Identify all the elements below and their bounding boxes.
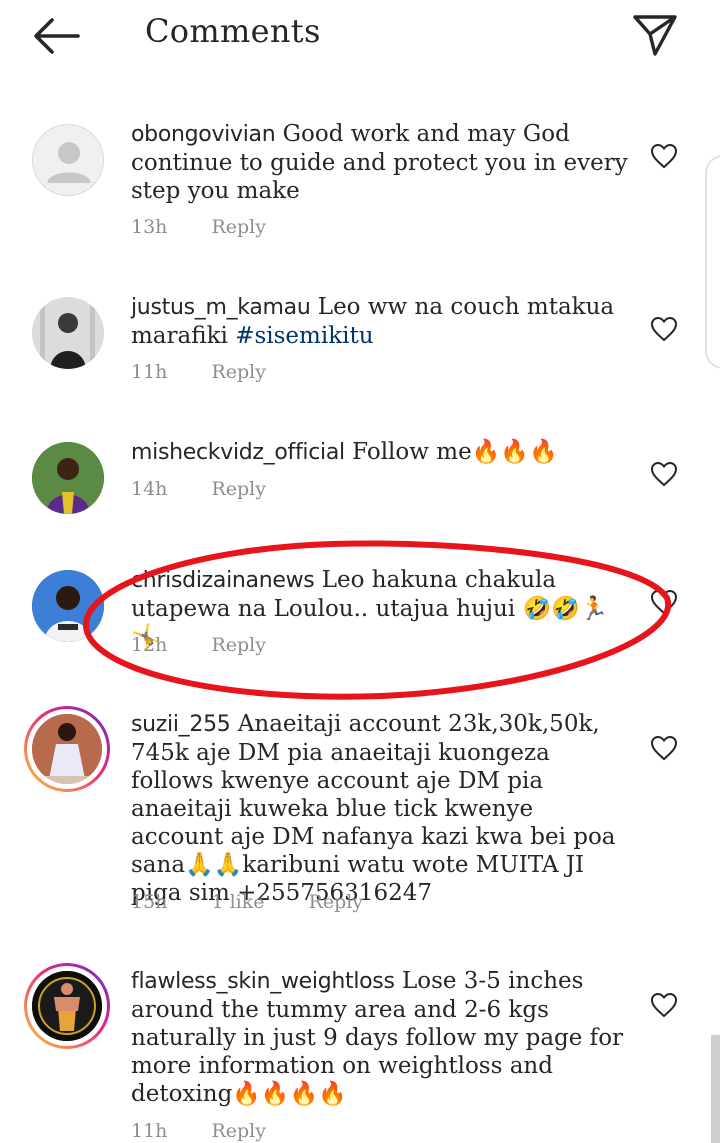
- avatar-story-ring[interactable]: [24, 706, 110, 792]
- reply-button[interactable]: Reply: [309, 891, 364, 913]
- hashtag-link[interactable]: #sisemikitu: [235, 323, 373, 349]
- back-arrow-icon[interactable]: [30, 14, 82, 58]
- comment-text: flawless_skin_weightloss Lose 3-5 inches…: [131, 967, 631, 1108]
- comment-username[interactable]: flawless_skin_weightloss: [131, 969, 395, 994]
- avatar-story-ring[interactable]: [24, 963, 110, 1049]
- side-panel-edge: [705, 155, 720, 369]
- comment-username[interactable]: chrisdizainanews: [131, 568, 315, 593]
- person-photo: [32, 442, 104, 514]
- reply-button[interactable]: Reply: [211, 634, 266, 656]
- avatar[interactable]: [32, 297, 104, 369]
- heart-icon[interactable]: [650, 589, 678, 615]
- comment-username[interactable]: misheckvidz_official: [131, 440, 345, 465]
- comment-meta: 12h Reply: [131, 634, 304, 656]
- comment-username[interactable]: obongovivian: [131, 122, 276, 147]
- comment-text: suzii_255 Anaeitaji account 23k,30k,50k,…: [131, 710, 631, 907]
- reply-button[interactable]: Reply: [211, 478, 266, 500]
- comment-time: 11h: [131, 1120, 168, 1142]
- avatar[interactable]: [32, 124, 104, 196]
- comment-likes[interactable]: 1 like: [211, 891, 264, 913]
- default-avatar-icon: [47, 142, 91, 183]
- comment-text: justus_m_kamau Leo ww na couch mtakua ma…: [131, 293, 631, 350]
- page-title: Comments: [145, 12, 321, 50]
- reply-button[interactable]: Reply: [211, 1120, 266, 1142]
- story-avatar: [32, 714, 102, 784]
- avatar[interactable]: [32, 570, 104, 642]
- direct-send-icon[interactable]: [630, 12, 680, 58]
- comment-text: misheckvidz_official Follow me🔥🔥🔥: [131, 438, 631, 467]
- avatar[interactable]: [32, 442, 104, 514]
- comment-time: 15h: [131, 891, 168, 913]
- story-avatar: [32, 971, 102, 1041]
- heart-icon[interactable]: [650, 461, 678, 487]
- person-photo: [32, 297, 104, 369]
- person-photo: [32, 570, 104, 642]
- comment-meta: 14h Reply: [131, 478, 304, 500]
- comment-meta: 11h Reply: [131, 361, 304, 383]
- comment-time: 11h: [131, 361, 168, 383]
- comment-username[interactable]: justus_m_kamau: [131, 295, 311, 320]
- scrollbar[interactable]: [711, 1035, 720, 1143]
- comment-username[interactable]: suzii_255: [131, 712, 231, 737]
- comment-time: 12h: [131, 634, 168, 656]
- comment-meta: 11h Reply: [131, 1120, 304, 1142]
- reply-button[interactable]: Reply: [211, 216, 266, 238]
- heart-icon[interactable]: [650, 735, 678, 761]
- comment-body: Anaeitaji account 23k,30k,50k, 745k aje …: [131, 711, 616, 906]
- heart-icon[interactable]: [650, 316, 678, 342]
- header-bar: Comments: [0, 0, 720, 70]
- comment-body: Follow me🔥🔥🔥: [352, 439, 558, 465]
- comment-text: obongovivian Good work and may God conti…: [131, 120, 631, 205]
- reply-button[interactable]: Reply: [211, 361, 266, 383]
- comment-time: 14h: [131, 478, 168, 500]
- comment-meta: 15h 1 like Reply: [131, 891, 401, 913]
- heart-icon[interactable]: [650, 143, 678, 169]
- comment-time: 13h: [131, 216, 168, 238]
- comment-meta: 13h Reply: [131, 216, 304, 238]
- heart-icon[interactable]: [650, 992, 678, 1018]
